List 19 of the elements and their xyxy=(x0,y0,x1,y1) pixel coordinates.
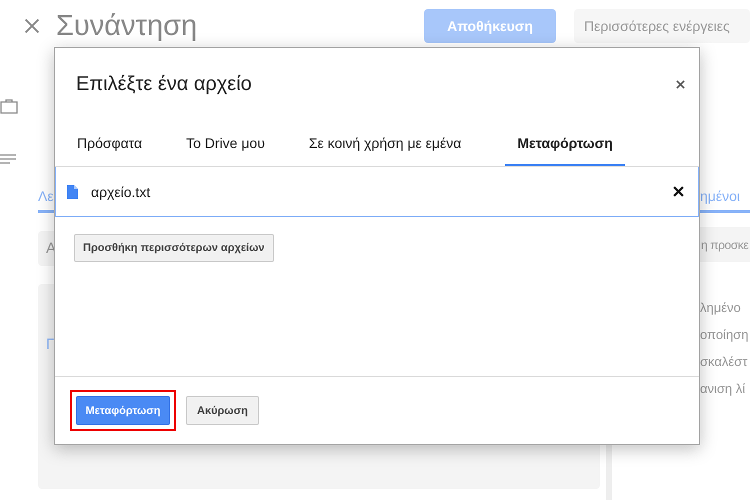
guest-permission-label: οποίηση xyxy=(700,327,750,342)
file-name: αρχείο.txt xyxy=(91,184,152,200)
dialog-title: Επιλέξτε ένα αρχείο xyxy=(76,72,252,96)
close-icon[interactable] xyxy=(24,18,40,34)
guest-permission-label: λημένο xyxy=(700,300,742,315)
close-icon[interactable] xyxy=(676,80,685,88)
add-more-files-button[interactable]: Προσθήκη περισσότερων αρχείων xyxy=(74,234,274,262)
picker-tab[interactable]: Μεταφόρτωση xyxy=(505,124,625,166)
event-title: Συνάντηση xyxy=(56,10,198,42)
guest-permission-label: σκαλέστ xyxy=(700,354,748,369)
picker-tab[interactable]: Το Drive μου xyxy=(174,124,277,166)
guest-permission-label: ανιση λί xyxy=(700,381,746,396)
picker-tab[interactable]: Σε κοινή χρήση με εμένα xyxy=(296,124,474,166)
description-icon xyxy=(0,154,16,166)
file-icon xyxy=(67,184,78,198)
remove-icon[interactable] xyxy=(673,186,684,197)
picker-tab[interactable]: Πρόσφατα xyxy=(65,124,154,166)
briefcase-icon xyxy=(0,98,18,114)
cancel-button[interactable]: Ακύρωση xyxy=(186,396,259,425)
